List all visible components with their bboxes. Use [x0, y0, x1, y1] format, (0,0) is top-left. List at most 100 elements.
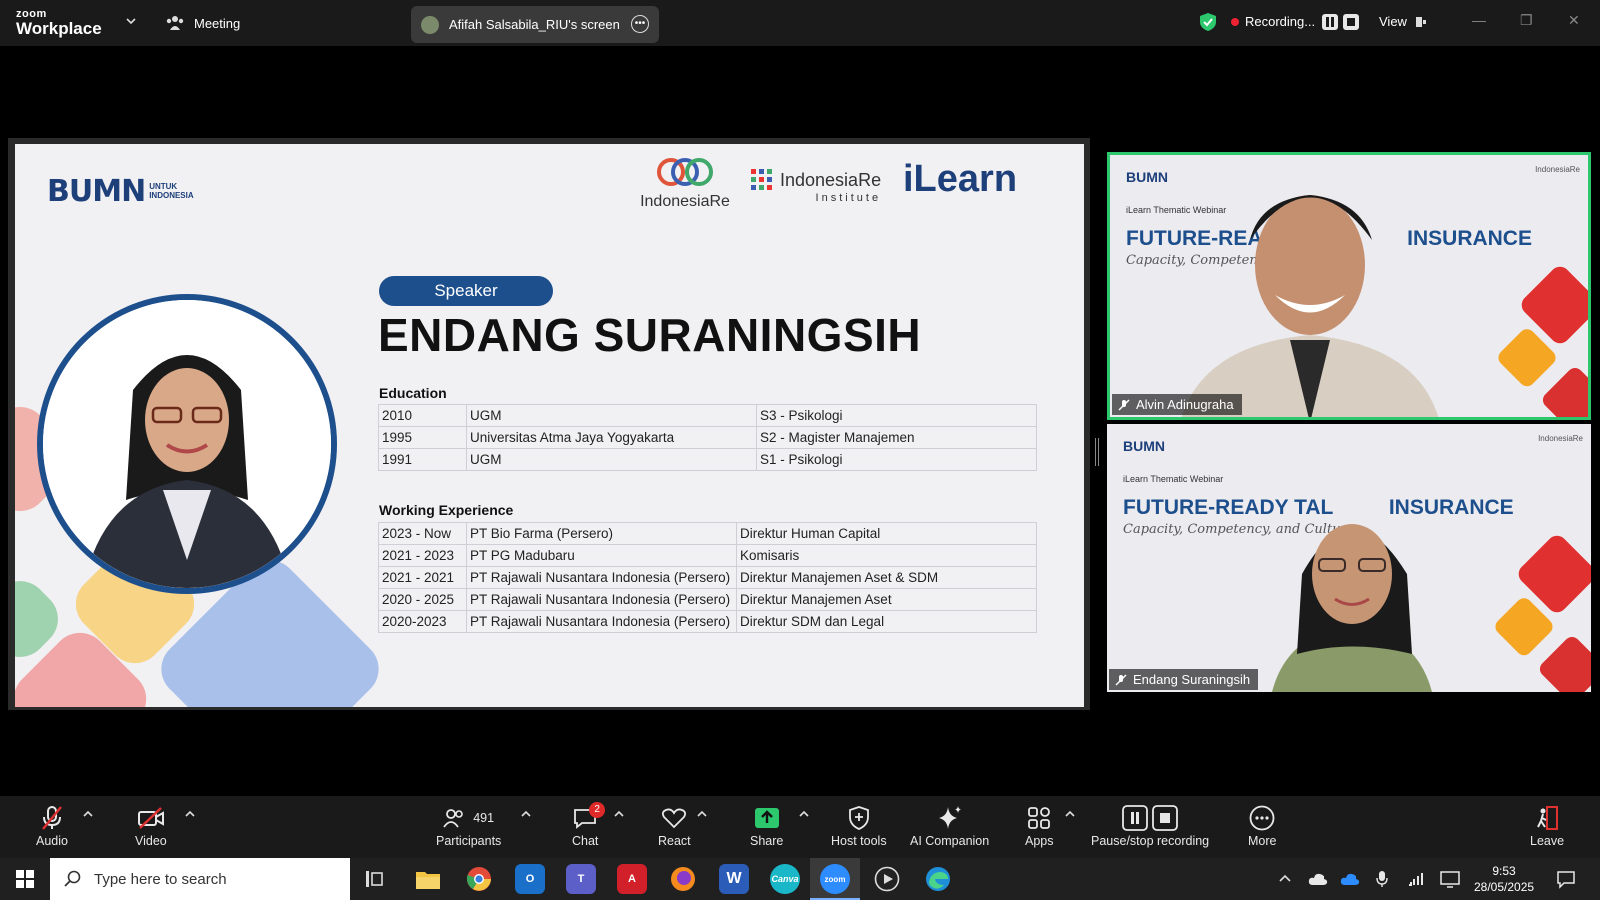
participants-button[interactable]: 491 Participants: [436, 804, 501, 848]
more-options-icon[interactable]: •••: [631, 15, 649, 33]
apps-label: Apps: [1025, 834, 1054, 848]
view-label: View: [1379, 14, 1407, 29]
education-year: 2010: [378, 404, 467, 427]
chevron-up-icon[interactable]: [799, 810, 809, 818]
participant-video-alvin: [1181, 195, 1588, 417]
video-button[interactable]: Video: [135, 804, 167, 848]
education-school: Universitas Atma Jaya Yogyakarta: [466, 426, 757, 449]
speaker-photo: [37, 294, 337, 594]
work-role: Direktur SDM dan Legal: [736, 610, 1037, 633]
speaker-tag: Speaker: [379, 276, 553, 306]
leave-label: Leave: [1530, 834, 1565, 848]
work-company: PT PG Madubaru: [466, 544, 737, 567]
file-explorer-icon[interactable]: [413, 864, 443, 894]
more-dots-icon: [1249, 805, 1275, 831]
table-row: 2010 UGM S3 - Psikologi: [378, 404, 1037, 427]
share-label: Share: [750, 834, 784, 848]
table-row: 1995 Universitas Atma Jaya Yogyakarta S2…: [378, 426, 1037, 449]
zoom-taskbar-active[interactable]: zoom: [810, 858, 860, 900]
education-degree: S2 - Magister Manajemen: [756, 426, 1037, 449]
chevron-up-icon[interactable]: [521, 810, 531, 818]
react-button[interactable]: React: [658, 804, 691, 848]
bumn-logo: BUMN UNTUK INDONESIA: [47, 174, 194, 209]
participants-count: 491: [473, 811, 495, 825]
work-period: 2021 - 2021: [378, 566, 467, 589]
pause-stop-recording-button[interactable]: Pause/stop recording: [1091, 804, 1209, 848]
apps-icon: [1028, 807, 1051, 829]
security-shield-icon[interactable]: [1199, 12, 1217, 32]
chrome-icon[interactable]: [464, 864, 494, 894]
media-player-icon[interactable]: [872, 864, 902, 894]
notification-icon[interactable]: [1556, 869, 1576, 889]
share-button[interactable]: Share: [750, 804, 783, 848]
work-role: Direktur Human Capital: [736, 522, 1037, 545]
chevron-up-icon[interactable]: [83, 810, 93, 818]
restore-icon[interactable]: ❐: [1520, 12, 1533, 29]
canva-icon-label: Canva: [771, 874, 799, 884]
meeting-menu[interactable]: Meeting: [166, 15, 240, 31]
task-view-icon[interactable]: [365, 870, 385, 888]
tray-chevron-up-icon[interactable]: [1279, 874, 1291, 882]
work-role: Komisaris: [736, 544, 1037, 567]
teams-icon[interactable]: T: [566, 864, 596, 894]
display-icon[interactable]: [1440, 870, 1460, 888]
host-shield-icon: [848, 806, 869, 830]
table-row: 2021 - 2021 PT Rajawali Nusantara Indone…: [378, 566, 1037, 589]
work-period: 2020-2023: [378, 610, 467, 633]
canva-icon[interactable]: Canva: [770, 864, 800, 894]
word-icon[interactable]: W: [719, 864, 749, 894]
work-role: Direktur Manajemen Aset: [736, 588, 1037, 611]
stop-recording-button[interactable]: [1343, 14, 1359, 30]
minimize-icon[interactable]: —: [1472, 12, 1486, 28]
more-button[interactable]: More: [1248, 804, 1276, 848]
microphone-icon[interactable]: [1376, 870, 1388, 888]
chevron-up-icon[interactable]: [185, 810, 195, 818]
education-school: UGM: [466, 404, 757, 427]
pause-recording-button[interactable]: [1322, 14, 1338, 30]
work-role: Direktur Manajemen Aset & SDM: [736, 566, 1037, 589]
video-tile-endang[interactable]: BUMN IndonesiaRe iLearn Thematic Webinar…: [1107, 424, 1591, 692]
host-tools-button[interactable]: Host tools: [831, 804, 887, 848]
chevron-up-icon[interactable]: [1065, 810, 1075, 818]
recording-indicator: Recording...: [1231, 14, 1315, 29]
chat-button[interactable]: 2 Chat: [572, 802, 606, 848]
zoom-workplace-logo[interactable]: zoom Workplace: [16, 9, 102, 38]
windows-start-icon[interactable]: [16, 870, 34, 888]
edge-icon[interactable]: [923, 864, 953, 894]
network-icon[interactable]: [1408, 870, 1426, 886]
chevron-up-icon[interactable]: [697, 810, 707, 818]
ai-companion-button[interactable]: AI Companion: [910, 804, 989, 848]
work-period: 2020 - 2025: [378, 588, 467, 611]
search-placeholder: Type here to search: [94, 870, 227, 888]
grid-dots-icon: [751, 169, 772, 190]
meeting-people-icon: [166, 16, 184, 30]
table-row: 2020-2023 PT Rajawali Nusantara Indonesi…: [378, 610, 1037, 633]
view-menu[interactable]: View: [1379, 14, 1427, 29]
panel-splitter-handle[interactable]: [1095, 438, 1099, 466]
taskbar-clock[interactable]: 9:53 28/05/2025: [1474, 863, 1534, 895]
leave-button[interactable]: Leave: [1530, 804, 1564, 848]
bumn-logo-subtitle: UNTUK INDONESIA: [149, 182, 194, 201]
screen-share-indicator[interactable]: Afifah Salsabila_RIU's screen •••: [411, 6, 659, 43]
work-period: 2021 - 2023: [378, 544, 467, 567]
cloud-icon[interactable]: [1308, 872, 1328, 886]
acrobat-icon[interactable]: A: [617, 864, 647, 894]
video-tile-alvin[interactable]: BUMN IndonesiaRe iLearn Thematic Webinar…: [1107, 152, 1591, 420]
pause-recording-label: Pause/stop recording: [1091, 834, 1210, 848]
firefox-icon[interactable]: [668, 864, 698, 894]
table-row: 2023 - Now PT Bio Farma (Persero) Direkt…: [378, 522, 1037, 545]
close-icon[interactable]: ✕: [1568, 12, 1580, 29]
bumn-logo-sub-2: INDONESIA: [149, 190, 194, 200]
outlook-icon[interactable]: O: [515, 864, 545, 894]
taskbar-search-box[interactable]: Type here to search: [50, 858, 350, 900]
participants-label: Participants: [436, 834, 502, 848]
react-label: React: [658, 834, 691, 848]
chevron-up-icon[interactable]: [614, 810, 624, 818]
video-off-icon: [137, 807, 164, 829]
onedrive-icon[interactable]: [1340, 872, 1360, 886]
chevron-down-icon[interactable]: [126, 16, 136, 26]
audio-button[interactable]: Audio: [36, 804, 68, 848]
apps-button[interactable]: Apps: [1025, 804, 1054, 848]
work-company: PT Rajawali Nusantara Indonesia (Persero…: [466, 610, 737, 633]
participant-name: Alvin Adinugraha: [1136, 397, 1234, 412]
